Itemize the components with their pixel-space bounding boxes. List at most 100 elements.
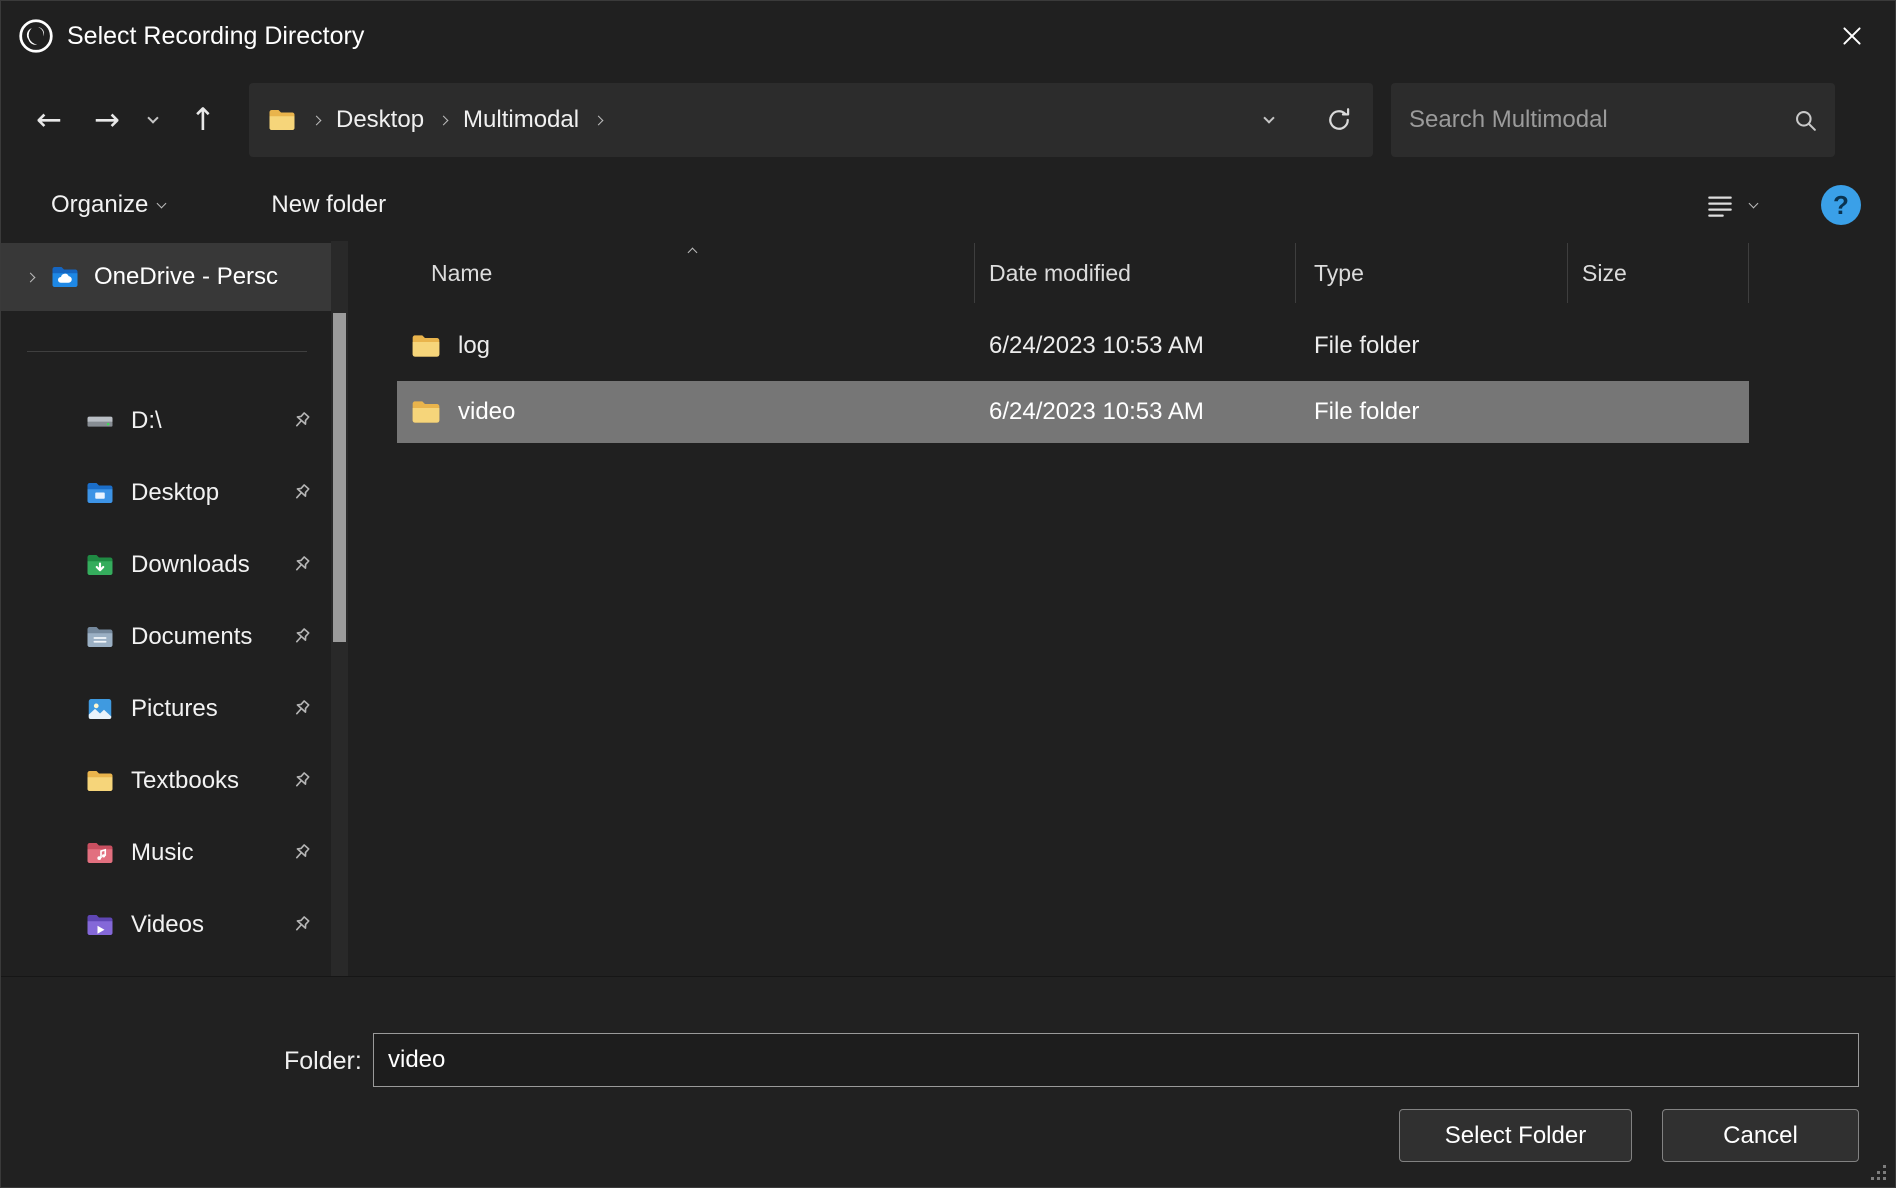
documents-folder-icon — [85, 622, 115, 652]
details-view-icon[interactable] — [1704, 189, 1736, 221]
file-name: log — [458, 332, 490, 360]
address-dropdown-icon[interactable] — [1263, 112, 1274, 123]
up-button[interactable]: ↑ — [179, 90, 227, 150]
help-icon: ? — [1833, 190, 1849, 221]
drive-icon — [85, 406, 115, 436]
sidebar-item-label: Documents — [131, 623, 252, 651]
sidebar-item-label: Textbooks — [131, 767, 239, 795]
organize-label: Organize — [51, 191, 148, 219]
pin-icon[interactable] — [287, 407, 315, 435]
file-list-pane: Name Date modified Type Size — [348, 241, 1895, 976]
sidebar-item-music[interactable]: Music — [1, 817, 331, 889]
new-folder-label: New folder — [271, 191, 386, 219]
search-box — [1391, 83, 1835, 157]
pin-icon[interactable] — [287, 695, 315, 723]
chevron-down-icon — [147, 112, 158, 123]
file-name: video — [458, 398, 515, 426]
title-bar: Select Recording Directory — [1, 1, 1895, 71]
type-cell: File folder — [1296, 398, 1568, 426]
search-input[interactable] — [1409, 106, 1792, 134]
desktop-folder-icon — [85, 478, 115, 508]
select-folder-button[interactable]: Select Folder — [1399, 1109, 1632, 1162]
name-cell: video — [397, 396, 975, 428]
sidebar-item-d-drive[interactable]: D:\ — [1, 385, 331, 457]
pin-icon[interactable] — [287, 551, 315, 579]
sidebar-item-desktop[interactable]: Desktop — [1, 457, 331, 529]
videos-folder-icon — [85, 910, 115, 940]
pictures-icon — [85, 694, 115, 724]
file-row-video[interactable]: video 6/24/2023 10:53 AM File folder — [397, 381, 1749, 443]
sidebar-item-label: D:\ — [131, 407, 162, 435]
folder-icon — [267, 105, 297, 135]
sidebar-item-label: Music — [131, 839, 194, 867]
column-header-date-modified[interactable]: Date modified — [975, 243, 1296, 303]
column-header-size[interactable]: Size — [1568, 243, 1749, 303]
address-bar[interactable]: Desktop Multimodal — [249, 83, 1373, 157]
dialog-footer: Folder: Select Folder Cancel — [1, 976, 1895, 1188]
select-recording-directory-dialog: Select Recording Directory ← → ↑ De — [0, 0, 1896, 1188]
downloads-folder-icon — [85, 550, 115, 580]
pin-icon[interactable] — [287, 767, 315, 795]
pin-icon[interactable] — [287, 911, 315, 939]
navigation-bar: ← → ↑ Desktop Multimodal — [1, 71, 1895, 169]
folder-icon — [85, 766, 115, 796]
sidebar-item-pictures[interactable]: Pictures — [1, 673, 331, 745]
main-area: OneDrive - Persc D:\ — [1, 241, 1895, 976]
folder-icon — [410, 396, 442, 428]
cancel-button[interactable]: Cancel — [1662, 1109, 1859, 1162]
breadcrumb-multimodal[interactable]: Multimodal — [463, 106, 579, 134]
organize-button[interactable]: Organize — [51, 191, 165, 219]
window-title: Select Recording Directory — [67, 22, 364, 51]
folder-label: Folder: — [284, 1047, 362, 1076]
sidebar-item-label: Downloads — [131, 551, 250, 579]
breadcrumb-desktop[interactable]: Desktop — [336, 106, 424, 134]
refresh-icon[interactable] — [1325, 106, 1353, 134]
folder-icon — [410, 330, 442, 362]
scrollbar-thumb[interactable] — [333, 313, 346, 642]
breadcrumb-chevron-icon — [439, 115, 449, 125]
breadcrumb-chevron-icon — [312, 115, 322, 125]
obs-logo-icon — [17, 17, 55, 55]
type-cell: File folder — [1296, 332, 1568, 360]
date-modified-cell: 6/24/2023 10:53 AM — [975, 398, 1296, 426]
breadcrumb-chevron-icon — [594, 115, 604, 125]
sidebar-item-videos[interactable]: Videos — [1, 889, 331, 961]
pinned-items-list: D:\ Desktop — [1, 385, 331, 961]
file-row-log[interactable]: log 6/24/2023 10:53 AM File folder — [397, 315, 1749, 377]
sidebar-item-label: Desktop — [131, 479, 219, 507]
pin-icon[interactable] — [287, 623, 315, 651]
name-cell: log — [397, 330, 975, 362]
close-button[interactable] — [1809, 1, 1895, 71]
forward-button[interactable]: → — [83, 90, 131, 150]
sidebar-divider — [27, 351, 307, 352]
chevron-down-icon — [157, 198, 167, 208]
folder-name-input[interactable] — [373, 1033, 1859, 1087]
sidebar-item-documents[interactable]: Documents — [1, 601, 331, 673]
sidebar-scrollbar[interactable] — [331, 241, 348, 976]
sidebar-item-label: OneDrive - Persc — [94, 263, 290, 291]
search-icon[interactable] — [1792, 107, 1819, 134]
navigation-pane: OneDrive - Persc D:\ — [1, 241, 331, 976]
music-folder-icon — [85, 838, 115, 868]
sidebar-item-label: Videos — [131, 911, 204, 939]
new-folder-button[interactable]: New folder — [271, 191, 386, 219]
column-header-name[interactable]: Name — [397, 243, 975, 303]
column-header-type[interactable]: Type — [1296, 243, 1568, 303]
sidebar-item-textbooks[interactable]: Textbooks — [1, 745, 331, 817]
pin-icon[interactable] — [287, 479, 315, 507]
sidebar-item-downloads[interactable]: Downloads — [1, 529, 331, 601]
view-dropdown-icon[interactable] — [1749, 198, 1759, 208]
column-headers: Name Date modified Type Size — [397, 243, 1895, 303]
pin-icon[interactable] — [287, 839, 315, 867]
resize-grip[interactable] — [1869, 1163, 1889, 1183]
date-modified-cell: 6/24/2023 10:53 AM — [975, 332, 1296, 360]
recent-locations-button[interactable] — [137, 90, 169, 150]
expand-chevron-icon[interactable] — [26, 272, 36, 282]
sidebar-item-onedrive[interactable]: OneDrive - Persc — [1, 243, 331, 311]
help-button[interactable]: ? — [1821, 185, 1861, 225]
command-bar: Organize New folder ? — [1, 169, 1895, 241]
onedrive-icon — [50, 262, 80, 292]
close-icon — [1839, 23, 1865, 49]
sidebar-item-label: Pictures — [131, 695, 218, 723]
back-button[interactable]: ← — [25, 90, 73, 150]
